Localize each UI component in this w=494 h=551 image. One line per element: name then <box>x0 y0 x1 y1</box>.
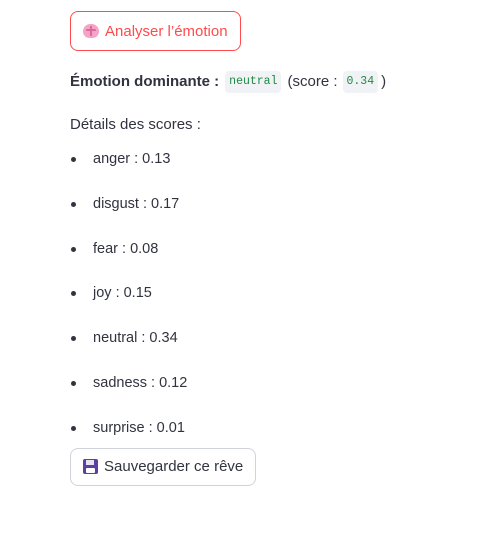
bullet-icon <box>71 291 76 297</box>
score-item-label: neutral : 0.34 <box>93 330 178 347</box>
score-item-label: fear : 0.08 <box>93 240 159 257</box>
dominant-emotion-label: Émotion dominante : <box>70 73 220 90</box>
score-suffix: ) <box>381 73 387 90</box>
score-item-label: sadness : 0.12 <box>93 374 188 391</box>
floppy-disk-icon <box>83 459 98 475</box>
analyse-emotion-button[interactable]: Analyser l’émotion <box>70 11 241 51</box>
brain-icon <box>83 24 99 38</box>
score-prefix: (score : <box>287 73 338 90</box>
list-item: neutral : 0.34 <box>70 328 470 373</box>
dominant-emotion-line: Émotion dominante : neutral (score : 0.3… <box>70 71 470 93</box>
list-item: anger : 0.13 <box>70 149 470 194</box>
score-item-label: disgust : 0.17 <box>93 195 180 212</box>
emotion-analysis-panel: Analyser l’émotion Émotion dominante : n… <box>70 11 470 486</box>
dominant-emotion-value: neutral <box>225 71 282 93</box>
list-item: fear : 0.08 <box>70 239 470 284</box>
list-item: surprise : 0.01 <box>70 418 470 463</box>
dominant-score-value: 0.34 <box>342 71 379 93</box>
bullet-icon <box>71 246 76 252</box>
list-item: disgust : 0.17 <box>70 194 470 239</box>
score-item-label: surprise : 0.01 <box>93 419 185 436</box>
bullet-icon <box>71 157 76 162</box>
analyse-emotion-label: Analyser l’émotion <box>105 22 228 40</box>
score-item-label: anger : 0.13 <box>93 151 171 167</box>
list-item: sadness : 0.12 <box>70 373 470 418</box>
score-details-title: Détails des scores : <box>70 116 201 133</box>
bullet-icon <box>71 425 76 431</box>
score-list: anger : 0.13 disgust : 0.17 fear : 0.08 … <box>70 149 470 463</box>
list-item: joy : 0.15 <box>70 283 470 328</box>
score-item-label: joy : 0.15 <box>93 285 152 302</box>
bullet-icon <box>71 201 76 207</box>
bullet-icon <box>71 380 76 386</box>
bullet-icon <box>71 336 76 342</box>
